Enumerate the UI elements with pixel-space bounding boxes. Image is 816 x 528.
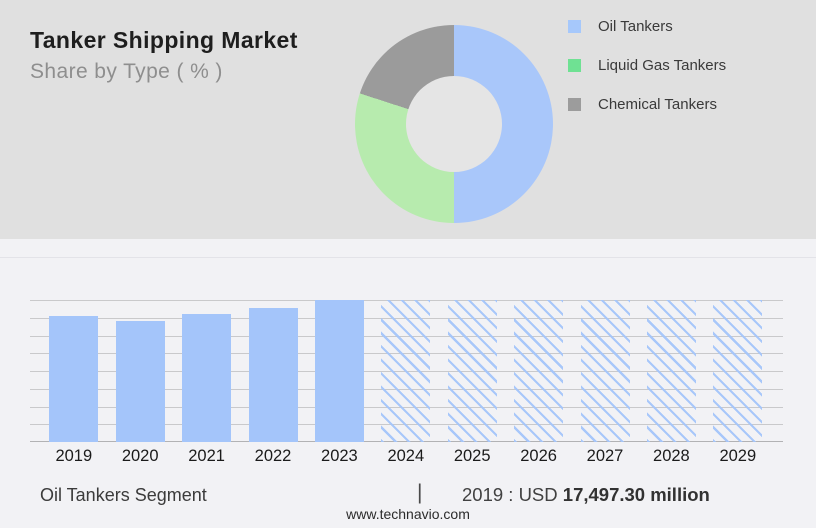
axis-label-2023: 2023	[321, 447, 358, 465]
forecast-bar-2026	[514, 300, 564, 442]
legend-item-chemical-tankers: Chemical Tankers	[568, 95, 717, 113]
forecast-bar-2027	[580, 300, 630, 442]
legend-label: Chemical Tankers	[598, 95, 717, 113]
axis-label-2024: 2024	[387, 447, 425, 465]
forecast-bar-2025	[447, 300, 497, 442]
segment-label: Oil Tankers Segment	[40, 485, 207, 505]
section-divider	[0, 257, 816, 258]
axis-label-2026: 2026	[520, 447, 557, 465]
page-subtitle: Share by Type ( % )	[30, 60, 223, 83]
legend: Oil Tankers Liquid Gas Tankers Chemical Ta…	[568, 0, 808, 130]
value-prefix: 2019 : USD	[462, 484, 563, 505]
donut-chart	[355, 25, 553, 223]
value-amount: 17,497.30 million	[562, 484, 710, 505]
infographic-root: Tanker Shipping Market Share by Type ( %…	[0, 0, 816, 528]
forecast-bar-2028	[646, 300, 696, 442]
axis-label-2029: 2029	[719, 447, 757, 465]
bar-chart: 2019 2020 2021 2022 2023 2024 2025 2026 2027 2028…	[30, 300, 783, 465]
forecast-bar-2029	[713, 300, 763, 442]
legend-swatch-icon	[568, 58, 581, 72]
legend-label: Oil Tankers	[598, 17, 673, 35]
bar-2022	[248, 308, 298, 442]
axis-label-2028: 2028	[653, 447, 690, 465]
axis-label-2025: 2025	[453, 447, 491, 465]
bar-2021	[182, 314, 232, 442]
website-link[interactable]: www.technavio.com	[0, 506, 816, 522]
forecast-bar-2024	[381, 300, 431, 442]
legend-label: Liquid Gas Tankers	[598, 56, 727, 74]
bar-2023	[314, 300, 364, 442]
axis-label-2019: 2019	[55, 447, 93, 465]
axis-label-2027: 2027	[586, 447, 624, 465]
footer-divider: |	[417, 481, 423, 504]
bar-2019	[49, 316, 99, 442]
header-panel: Tanker Shipping Market Share by Type ( %…	[0, 0, 816, 239]
bar-2020	[115, 321, 165, 442]
legend-item-oil-tankers: Oil Tankers	[568, 17, 673, 35]
page-title: Tanker Shipping Market	[30, 27, 298, 53]
legend-swatch-icon	[568, 97, 581, 111]
axis-label-2020: 2020	[121, 447, 159, 465]
donut-hole	[406, 76, 502, 172]
value-text: 2019 : USD 17,497.30 million	[462, 484, 710, 506]
axis-label-2021: 2021	[188, 447, 225, 465]
legend-item-liquid-gas-tankers: Liquid Gas Tankers	[568, 56, 727, 74]
axis-label-2022: 2022	[254, 447, 292, 465]
legend-swatch-icon	[568, 19, 581, 33]
